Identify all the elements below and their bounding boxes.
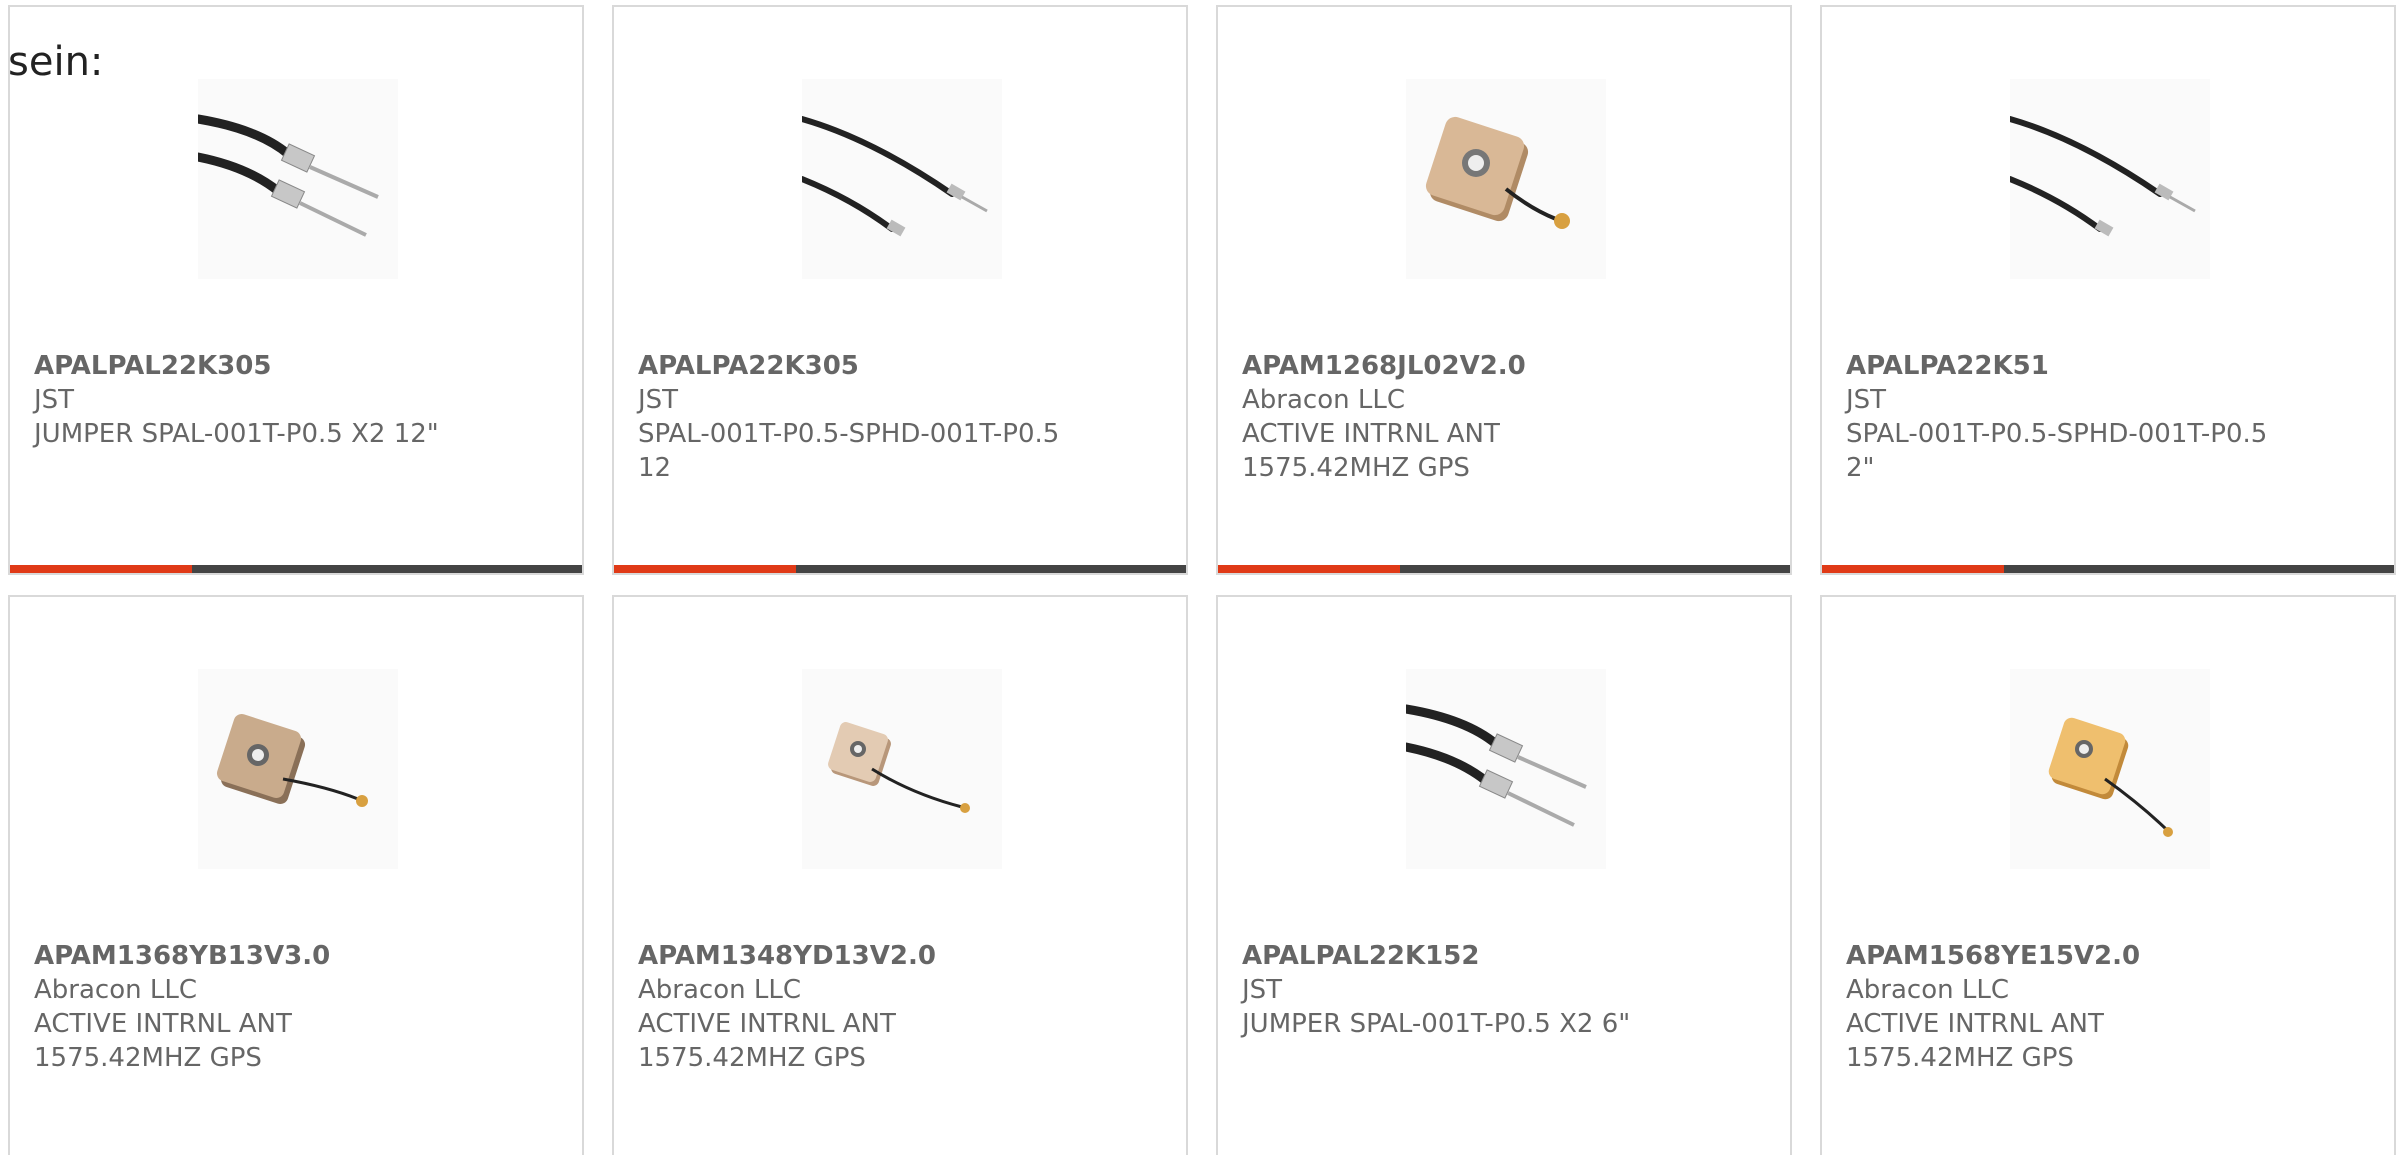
description: ACTIVE INTRNL ANT 1575.42MHZ GPS xyxy=(638,1009,896,1073)
product-image-antenna[interactable] xyxy=(198,669,398,869)
manufacturer: Abracon LLC xyxy=(638,975,801,1005)
product-card[interactable]: APAM1368YB13V3.0 Abracon LLC ACTIVE INTR… xyxy=(8,595,584,1155)
manufacturer: JST xyxy=(638,385,679,415)
manufacturer: Abracon LLC xyxy=(1846,975,2009,1005)
description: SPAL-001T-P0.5-SPHD-001T-P0.5 2" xyxy=(1846,419,2268,483)
product-image-antenna[interactable] xyxy=(2010,669,2210,869)
card-bottom-bar xyxy=(10,565,582,573)
part-number[interactable]: APAM1568YE15V2.0 xyxy=(1846,939,2370,973)
card-bottom-bar xyxy=(614,565,1186,573)
part-number[interactable]: APALPA22K305 xyxy=(638,349,1162,383)
card-accent xyxy=(1822,565,2004,573)
part-number[interactable]: APAM1268JL02V2.0 xyxy=(1242,349,1766,383)
description: JUMPER SPAL-001T-P0.5 X2 12" xyxy=(34,419,439,449)
card-bottom-bar xyxy=(1822,565,2394,573)
card-accent xyxy=(10,565,192,573)
product-card[interactable]: APAM1568YE15V2.0 Abracon LLC ACTIVE INTR… xyxy=(1820,595,2396,1155)
product-image-cable[interactable] xyxy=(802,79,1002,279)
description: ACTIVE INTRNL ANT 1575.42MHZ GPS xyxy=(1242,419,1500,483)
product-card[interactable]: APALPAL22K305 JST JUMPER SPAL-001T-P0.5 … xyxy=(8,5,584,575)
product-card[interactable]: APALPA22K51 JST SPAL-001T-P0.5-SPHD-001T… xyxy=(1820,5,2396,575)
product-image-antenna[interactable] xyxy=(802,669,1002,869)
product-image-cable[interactable] xyxy=(1406,669,1606,869)
part-number[interactable]: APAM1368YB13V3.0 xyxy=(34,939,558,973)
product-card[interactable]: APALPAL22K152 JST JUMPER SPAL-001T-P0.5 … xyxy=(1216,595,1792,1155)
part-number[interactable]: APALPAL22K305 xyxy=(34,349,558,383)
product-grid: APALPAL22K305 JST JUMPER SPAL-001T-P0.5 … xyxy=(0,0,2400,1155)
manufacturer: JST xyxy=(1242,975,1283,1005)
product-image-cable[interactable] xyxy=(2010,79,2210,279)
manufacturer: Abracon LLC xyxy=(34,975,197,1005)
product-card[interactable]: APALPA22K305 JST SPAL-001T-P0.5-SPHD-001… xyxy=(612,5,1188,575)
part-number[interactable]: APALPA22K51 xyxy=(1846,349,2370,383)
product-image-antenna[interactable] xyxy=(1406,79,1606,279)
description: JUMPER SPAL-001T-P0.5 X2 6" xyxy=(1242,1009,1631,1039)
intro-text: sein: xyxy=(8,39,104,85)
product-card[interactable]: APAM1268JL02V2.0 Abracon LLC ACTIVE INTR… xyxy=(1216,5,1792,575)
description: ACTIVE INTRNL ANT 1575.42MHZ GPS xyxy=(1846,1009,2104,1073)
card-accent xyxy=(1218,565,1400,573)
description: SPAL-001T-P0.5-SPHD-001T-P0.5 12 xyxy=(638,419,1060,483)
manufacturer: JST xyxy=(34,385,75,415)
description: ACTIVE INTRNL ANT 1575.42MHZ GPS xyxy=(34,1009,292,1073)
manufacturer: JST xyxy=(1846,385,1887,415)
card-accent xyxy=(614,565,796,573)
product-image-cable[interactable] xyxy=(198,79,398,279)
manufacturer: Abracon LLC xyxy=(1242,385,1405,415)
part-number[interactable]: APALPAL22K152 xyxy=(1242,939,1766,973)
product-card[interactable]: APAM1348YD13V2.0 Abracon LLC ACTIVE INTR… xyxy=(612,595,1188,1155)
part-number[interactable]: APAM1348YD13V2.0 xyxy=(638,939,1162,973)
card-bottom-bar xyxy=(1218,565,1790,573)
